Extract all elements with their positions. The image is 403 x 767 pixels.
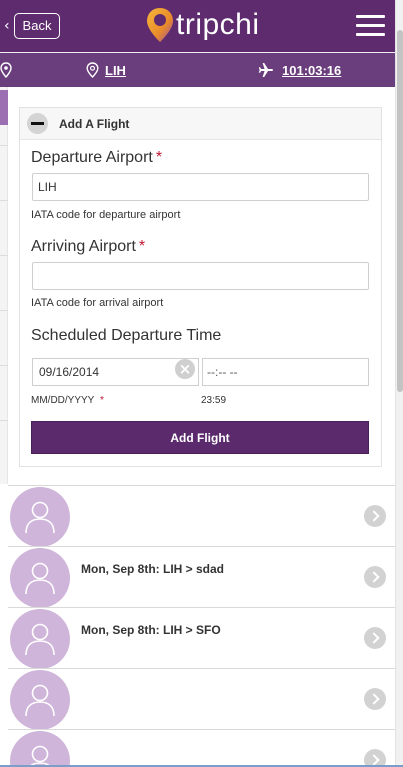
arriving-airport-input[interactable]: [32, 262, 369, 290]
divider: [0, 145, 8, 146]
required-marker: *: [155, 149, 163, 166]
user-icon: [25, 501, 55, 534]
user-icon: [25, 623, 55, 656]
side-panel-tab[interactable]: [0, 90, 8, 125]
minus-circle-icon[interactable]: [27, 113, 48, 134]
chevron-right-icon[interactable]: [364, 505, 386, 527]
departure-date-input[interactable]: 09/16/2014: [32, 358, 199, 386]
chevron-right-icon[interactable]: [364, 566, 386, 588]
date-format-hint: MM/DD/YYYY *: [31, 395, 104, 406]
flight-countdown-value: 101:03:16: [282, 62, 342, 78]
chevron-right-icon[interactable]: [364, 688, 386, 710]
app-header: ‹ Back tripchi: [0, 0, 403, 52]
departure-airport-input[interactable]: LIH: [32, 173, 369, 201]
time-format-hint: 23:59: [201, 395, 227, 406]
back-button[interactable]: ‹ Back: [4, 13, 60, 39]
map-pin-icon: [0, 62, 12, 78]
user-icon: [25, 562, 55, 595]
trip-title: Mon, Sep 8th: LIH > SFO: [81, 623, 221, 637]
required-marker: *: [99, 395, 104, 406]
divider: [0, 420, 8, 421]
divider: [0, 365, 8, 366]
side-panel-edge: [0, 87, 8, 484]
airplane-icon: [258, 63, 273, 77]
add-flight-button[interactable]: Add Flight: [31, 421, 369, 454]
departure-time-input[interactable]: --:-- --: [202, 358, 369, 386]
divider: [0, 310, 8, 311]
avatar: [10, 548, 70, 608]
back-button-label: Back: [14, 13, 60, 39]
departure-airport-hint: IATA code for departure airport: [31, 209, 181, 221]
user-icon: [25, 684, 55, 717]
arriving-airport-hint: IATA code for arrival airport: [31, 297, 164, 309]
avatar: [10, 670, 70, 730]
departure-label-text: Departure Airport: [31, 149, 153, 166]
flight-countdown-link[interactable]: 101:03:16: [258, 53, 341, 87]
avatar: [10, 487, 70, 547]
current-airport-link[interactable]: LIH: [86, 53, 126, 87]
avatar: [10, 609, 70, 669]
spacer: [8, 467, 395, 484]
scheduled-departure-label: Scheduled Departure Time: [31, 327, 222, 344]
arriving-label-text: Arriving Airport: [31, 238, 136, 255]
menu-bar: [356, 15, 385, 18]
arriving-airport-label: Arriving Airport *: [31, 238, 145, 256]
trip-summary-bar: LIH 101:03:16: [0, 53, 403, 87]
divider: [0, 200, 8, 201]
add-flight-form: Add A Flight Departure Airport * LIH IATA…: [19, 107, 382, 467]
tripchi-logo[interactable]: tripchi: [145, 6, 260, 44]
trip-list-item[interactable]: Mon, Sep 8th: LIH > SFO: [8, 607, 395, 669]
add-flight-header[interactable]: Add A Flight: [20, 108, 381, 140]
current-airport-code: LIH: [105, 62, 126, 78]
trip-list-item[interactable]: [8, 668, 395, 730]
chevron-right-icon[interactable]: [364, 627, 386, 649]
form-title: Add A Flight: [59, 117, 130, 131]
scrollbar-thumb[interactable]: [397, 30, 403, 392]
trip-list-item[interactable]: [8, 729, 395, 767]
user-icon: [28, 745, 52, 767]
logo-text: tripchi: [176, 8, 260, 41]
hamburger-menu-button[interactable]: [356, 15, 385, 37]
clear-date-icon[interactable]: ×: [175, 359, 195, 379]
trip-title: Mon, Sep 8th: LIH > sdad: [81, 562, 225, 576]
divider: [0, 255, 8, 256]
departure-airport-label: Departure Airport *: [31, 149, 162, 167]
date-format-text: MM/DD/YYYY: [31, 395, 95, 406]
trip-list-item[interactable]: Mon, Sep 8th: LIH > sdad: [8, 546, 395, 608]
trip-list: Mon, Sep 8th: LIH > sdad Mon, Sep 8th: L…: [8, 485, 395, 767]
trip-list-item[interactable]: [8, 485, 395, 547]
chevron-left-icon: ‹: [4, 18, 10, 34]
page-scrollbar[interactable]: [395, 0, 403, 767]
logo-pin-icon: [147, 8, 173, 42]
avatar: [10, 731, 70, 767]
menu-bar: [356, 33, 385, 36]
menu-bar: [356, 24, 385, 27]
map-pin-icon: [86, 62, 99, 78]
required-marker: *: [138, 238, 146, 255]
